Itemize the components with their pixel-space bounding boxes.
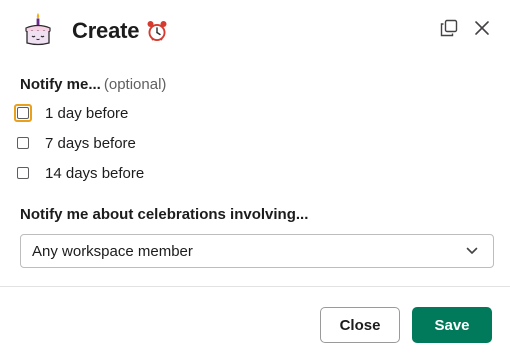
checkbox-focus-ring <box>14 104 32 122</box>
celebrations-label: Notify me about celebrations involving..… <box>20 206 309 223</box>
alarm-clock-icon <box>145 19 169 43</box>
checkbox-label: 1 day before <box>45 104 129 122</box>
checkbox-wrap <box>14 164 32 182</box>
notify-label: Notify me... (optional) <box>20 76 166 93</box>
copy-icon <box>440 19 458 42</box>
checkbox-14-days[interactable]: 14 days before <box>17 161 144 185</box>
checkbox[interactable] <box>17 107 29 119</box>
close-icon <box>474 20 490 41</box>
close-modal-button[interactable] <box>471 19 493 41</box>
modal-title: Create <box>72 18 140 43</box>
checkbox-label: 7 days before <box>45 134 136 152</box>
select-value: Any workspace member <box>32 242 193 260</box>
notify-label-text: Notify me... <box>20 76 101 93</box>
close-button[interactable]: Close <box>320 307 400 343</box>
save-button[interactable]: Save <box>412 307 492 343</box>
checkbox-7-days[interactable]: 7 days before <box>17 131 136 155</box>
checkbox[interactable] <box>17 137 29 149</box>
copy-button[interactable] <box>438 19 460 41</box>
chevron-down-icon <box>465 244 479 258</box>
checkbox-1-day[interactable]: 1 day before <box>14 101 129 125</box>
checkbox[interactable] <box>17 167 29 179</box>
checkbox-label: 14 days before <box>45 164 145 182</box>
checkbox-wrap <box>14 134 32 152</box>
celebrations-select[interactable]: Any workspace member <box>20 234 494 268</box>
modal-title-group: Create <box>72 16 169 46</box>
modal-header: Create <box>0 0 510 62</box>
optional-hint: (optional) <box>103 76 167 93</box>
footer-divider <box>0 286 510 287</box>
birthday-cake-icon <box>22 12 54 48</box>
create-modal: Create Notify me... (optional) 1 day bef… <box>0 0 510 355</box>
